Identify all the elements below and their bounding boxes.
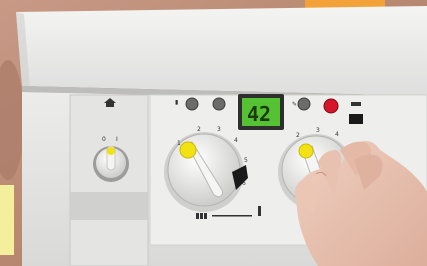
heating-dial-marker xyxy=(179,141,197,159)
radiator-icon xyxy=(196,213,207,219)
svg-text:5: 5 xyxy=(244,157,248,164)
boiler-photo: 0 I ▮ 42 ✎ 1 2 3 4 5 6 2 3 4 xyxy=(0,0,427,266)
svg-text:2: 2 xyxy=(197,126,201,133)
svg-text:✎: ✎ xyxy=(292,101,297,108)
switch-module-recess xyxy=(70,192,148,220)
svg-text:1: 1 xyxy=(177,140,181,147)
boiler-casing xyxy=(16,6,427,96)
display-readout: 42 xyxy=(247,102,271,126)
reset-button[interactable] xyxy=(323,98,339,114)
yellow-object xyxy=(0,185,14,255)
boiler-photo-scene: 0 I ▮ 42 ✎ 1 2 3 4 5 6 2 3 4 xyxy=(0,0,427,266)
indicator-button-3[interactable] xyxy=(297,97,311,111)
tap-icon xyxy=(258,206,261,216)
svg-text:▮: ▮ xyxy=(175,99,178,106)
svg-text:4: 4 xyxy=(335,131,339,138)
svg-text:2: 2 xyxy=(296,132,300,139)
svg-text:3: 3 xyxy=(316,127,320,134)
black-indicator xyxy=(349,114,363,124)
switch-label-off: 0 xyxy=(102,136,106,143)
dial-divider-line xyxy=(212,215,252,217)
switch-label-on: I xyxy=(116,136,118,143)
svg-text:3: 3 xyxy=(217,126,221,133)
power-switch-knob[interactable] xyxy=(93,145,129,182)
hot-water-dial-marker xyxy=(298,143,314,159)
power-switch-indicator xyxy=(107,147,115,155)
svg-text:4: 4 xyxy=(234,137,238,144)
indicator-button-1[interactable] xyxy=(185,97,199,111)
indicator-button-2[interactable] xyxy=(212,97,226,111)
digital-display: 42 xyxy=(238,94,284,130)
reset-label-mark xyxy=(351,102,361,106)
